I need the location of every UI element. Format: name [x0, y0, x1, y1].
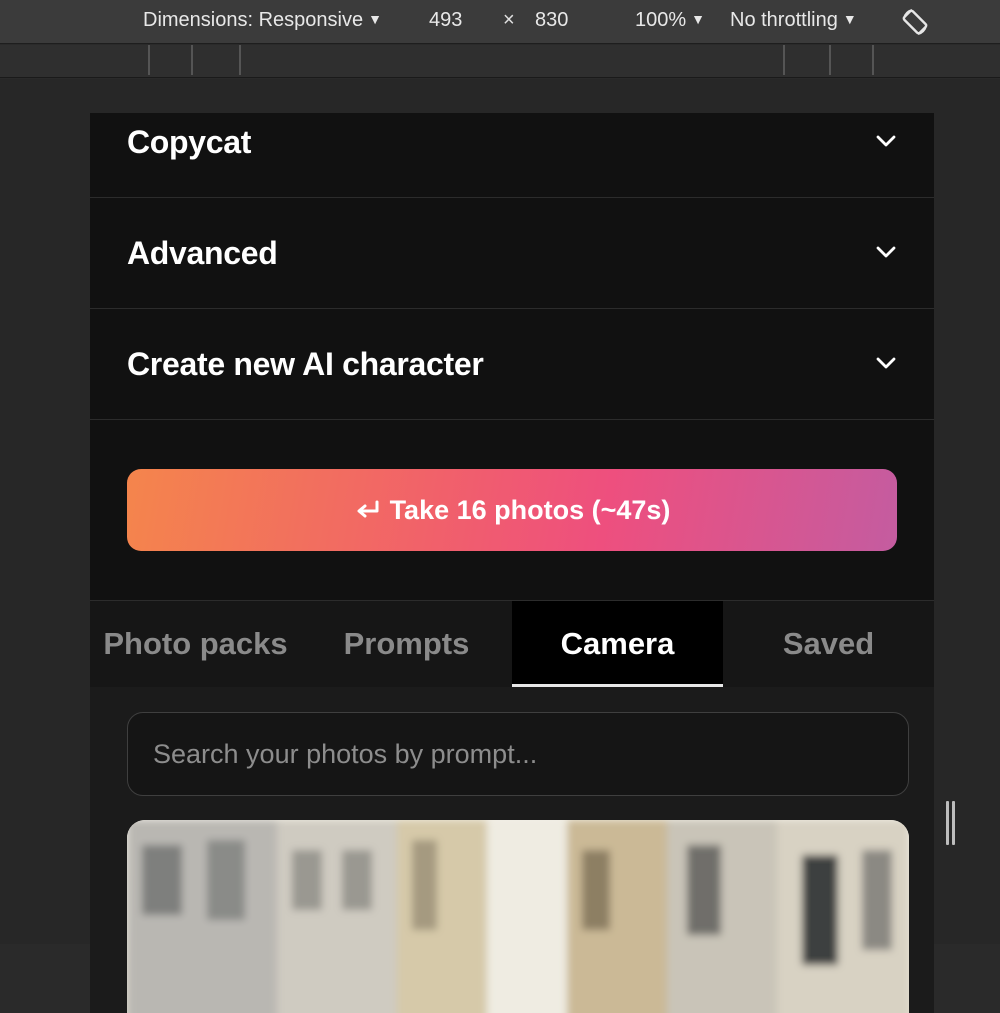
times-separator: ×	[503, 9, 515, 31]
camera-tab-panel	[90, 687, 934, 1013]
take-photos-button[interactable]: Take 16 photos (~47s)	[127, 469, 897, 551]
rotate-device-icon[interactable]	[898, 5, 932, 39]
chevron-down-icon	[876, 135, 896, 147]
dimensions-dropdown[interactable]: Dimensions: Responsive ▼	[143, 9, 382, 32]
accordion-title: Copycat	[127, 124, 252, 160]
emulated-viewport: Copycat Advanced Create new AI character…	[90, 113, 934, 1013]
tab-prompts[interactable]: Prompts	[301, 601, 512, 687]
tab-camera[interactable]: Camera	[512, 601, 723, 687]
accordion-title: Create new AI character	[127, 346, 484, 382]
accordion-advanced[interactable]: Advanced	[90, 198, 934, 309]
tab-bar: Photo packs Prompts Camera Saved	[90, 601, 934, 687]
devtools-device-toolbar: Dimensions: Responsive ▼ 493 × 830 100% ▼ …	[0, 0, 1000, 44]
dimensions-label: Dimensions: Responsive	[143, 9, 364, 31]
throttling-label: No throttling	[730, 9, 838, 31]
chevron-down-icon	[876, 357, 896, 369]
street-photo-image	[127, 820, 909, 1013]
height-input[interactable]: 830	[535, 9, 568, 32]
zoom-label: 100%	[635, 9, 687, 31]
take-photos-label: Take 16 photos (~47s)	[389, 494, 671, 525]
tab-saved[interactable]: Saved	[723, 601, 934, 687]
photo-thumbnail[interactable]	[127, 820, 909, 1013]
viewport-resize-handle[interactable]	[944, 801, 958, 847]
caret-down-icon: ▼	[842, 11, 857, 27]
zoom-dropdown[interactable]: 100% ▼	[635, 9, 705, 32]
width-input[interactable]: 493	[429, 9, 462, 32]
chevron-down-icon	[876, 246, 896, 258]
accordion-create-character[interactable]: Create new AI character	[90, 309, 934, 420]
search-input[interactable]	[127, 712, 909, 796]
throttling-dropdown[interactable]: No throttling ▼	[730, 9, 857, 32]
enter-return-icon	[357, 500, 379, 518]
media-query-ruler	[0, 45, 1000, 78]
caret-down-icon: ▼	[691, 11, 706, 27]
accordion-title: Advanced	[127, 235, 278, 271]
devtools-canvas: Copycat Advanced Create new AI character…	[0, 79, 1000, 1013]
caret-down-icon: ▼	[368, 11, 382, 27]
tab-photo-packs[interactable]: Photo packs	[90, 601, 301, 687]
accordion-copycat[interactable]: Copycat	[90, 113, 934, 198]
